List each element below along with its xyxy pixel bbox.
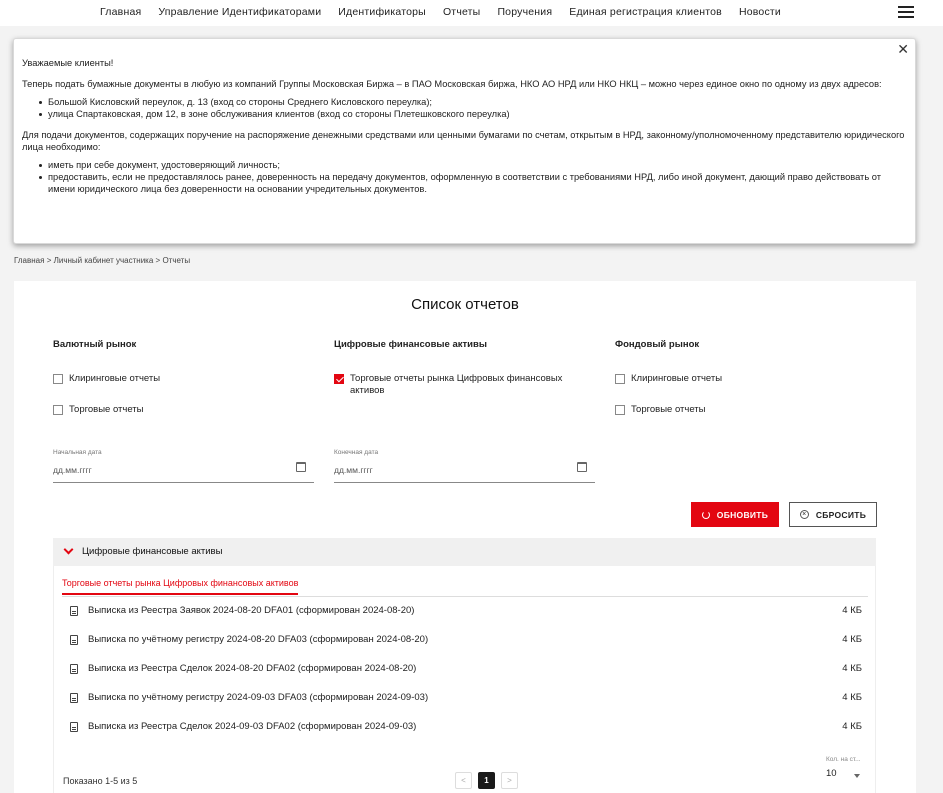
document-icon — [70, 722, 78, 732]
nav-item-orders[interactable]: Поручения — [497, 6, 552, 18]
checkbox-label: Торговые отчеты — [69, 404, 144, 415]
calendar-icon[interactable] — [296, 462, 306, 472]
reset-icon: × — [799, 510, 809, 519]
start-date-field[interactable]: Начальная дата дд.мм.гггг — [53, 449, 314, 483]
checkbox-box[interactable] — [53, 405, 63, 415]
results-count: Показано 1-5 из 5 — [63, 776, 138, 786]
top-navigation: Главная Управление Идентификаторами Иден… — [0, 0, 943, 26]
file-name[interactable]: Выписка по учётному регистру 2024-09-03 … — [88, 692, 428, 703]
chevron-down-icon — [854, 774, 860, 778]
nav-item-identifiers[interactable]: Идентификаторы — [338, 6, 426, 18]
checkbox-stock-trading[interactable]: Торговые отчеты — [615, 404, 706, 416]
document-icon — [70, 606, 78, 616]
checkbox-label: Торговые отчеты рынка Цифровых финансовы… — [350, 373, 563, 396]
group-title-currency: Валютный рынок — [53, 339, 137, 350]
requirements-list: иметь при себе документ, удостоверяющий … — [39, 159, 907, 195]
file-name[interactable]: Выписка по учётному регистру 2024-08-20 … — [88, 634, 428, 645]
page-button-current[interactable]: 1 — [478, 772, 495, 789]
requirement-item: предоставить, если не предоставлялось ра… — [39, 171, 907, 195]
checkbox-dfa-trading[interactable]: Торговые отчеты рынка Цифровых финансовы… — [334, 373, 596, 397]
file-size: 4 КБ — [842, 692, 862, 703]
breadcrumb-home[interactable]: Главная — [14, 256, 44, 265]
file-name[interactable]: Выписка из Реестра Сделок 2024-08-20 DFA… — [88, 663, 416, 674]
checkbox-stock-clearing[interactable]: Клиринговые отчеты — [615, 373, 722, 385]
file-size: 4 КБ — [842, 721, 862, 732]
breadcrumb-separator: > — [155, 256, 161, 265]
file-size: 4 КБ — [842, 605, 862, 616]
group-title-stock: Фондовый рынок — [615, 339, 700, 350]
reset-label: СБРОСИТЬ — [815, 509, 867, 520]
document-icon — [70, 635, 78, 645]
end-date-field[interactable]: Конечная дата дд.мм.гггг — [334, 449, 595, 483]
tab-dfa-trading-reports[interactable]: Торговые отчеты рынка Цифровых финансовы… — [62, 578, 299, 595]
file-row[interactable]: Выписка из Реестра Сделок 2024-08-20 DFA… — [70, 662, 862, 678]
refresh-icon — [701, 510, 710, 519]
results-panel: Торговые отчеты рынка Цифровых финансовы… — [53, 566, 876, 793]
checkbox-box[interactable] — [53, 374, 63, 384]
chevron-down-icon — [63, 544, 74, 555]
reports-card: Список отчетов Валютный рынок Клиринговы… — [14, 281, 916, 793]
group-title-dfa: Цифровые финансовые активы — [334, 339, 487, 350]
menu-icon[interactable] — [898, 6, 914, 18]
checkbox-label: Клиринговые отчеты — [69, 373, 161, 384]
notice-greeting: Уважаемые клиенты! — [22, 58, 114, 68]
file-row[interactable]: Выписка по учётному регистру 2024-09-03 … — [70, 691, 862, 707]
checkbox-currency-clearing[interactable]: Клиринговые отчеты — [53, 373, 160, 385]
breadcrumb-separator: > — [46, 256, 52, 265]
refresh-label: ОБНОВИТЬ — [716, 509, 769, 520]
nav-item-id-management[interactable]: Управление Идентификаторами — [158, 6, 321, 18]
checkbox-label: Клиринговые отчеты — [631, 373, 723, 384]
breadcrumb: Главная > Личный кабинет участника > Отч… — [14, 256, 190, 265]
per-page-value: 10 — [826, 768, 837, 779]
end-date-placeholder: дд.мм.гггг — [334, 465, 373, 475]
file-size: 4 КБ — [842, 663, 862, 674]
checkbox-currency-trading[interactable]: Торговые отчеты — [53, 404, 144, 416]
reset-button[interactable]: × СБРОСИТЬ — [789, 502, 877, 527]
start-date-placeholder: дд.мм.гггг — [53, 465, 92, 475]
file-row[interactable]: Выписка по учётному регистру 2024-08-20 … — [70, 633, 862, 649]
per-page-select[interactable]: 10 — [826, 768, 862, 786]
file-name[interactable]: Выписка из Реестра Заявок 2024-08-20 DFA… — [88, 605, 414, 616]
calendar-icon[interactable] — [577, 462, 587, 472]
pagination: < 1 > — [455, 772, 518, 789]
refresh-button[interactable]: ОБНОВИТЬ — [691, 502, 779, 527]
checkbox-label: Торговые отчеты — [631, 404, 706, 415]
close-icon[interactable]: ✕ — [897, 42, 909, 56]
file-row[interactable]: Выписка из Реестра Заявок 2024-08-20 DFA… — [70, 604, 862, 620]
checkbox-box-checked[interactable] — [334, 374, 344, 384]
end-date-label: Конечная дата — [334, 449, 379, 456]
accordion-title: Цифровые финансовые активы — [82, 546, 223, 557]
file-row[interactable]: Выписка из Реестра Сделок 2024-09-03 DFA… — [70, 720, 862, 736]
page-title: Список отчетов — [411, 296, 519, 313]
tab-divider — [62, 596, 868, 597]
requirement-item: иметь при себе документ, удостоверяющий … — [39, 159, 907, 171]
nav-items: Главная Управление Идентификаторами Иден… — [100, 6, 798, 18]
per-page-label: Кол. на ст... — [826, 756, 861, 763]
checkbox-box[interactable] — [615, 405, 625, 415]
notice-popup: ✕ Уважаемые клиенты! Теперь подать бумаж… — [13, 38, 916, 244]
breadcrumb-cabinet[interactable]: Личный кабинет участника — [54, 256, 154, 265]
notice-paragraph-2: Для подачи документов, содержащих поруче… — [22, 130, 905, 152]
file-size: 4 КБ — [842, 634, 862, 645]
nav-item-reports[interactable]: Отчеты — [443, 6, 481, 18]
address-item: Большой Кисловский переулок, д. 13 (вход… — [39, 96, 907, 108]
nav-item-home[interactable]: Главная — [100, 6, 141, 18]
document-icon — [70, 693, 78, 703]
document-icon — [70, 664, 78, 674]
breadcrumb-reports: Отчеты — [162, 256, 191, 265]
address-list: Большой Кисловский переулок, д. 13 (вход… — [39, 96, 907, 120]
address-item: улица Спартаковская, дом 12, в зоне обсл… — [39, 108, 907, 120]
nav-item-news[interactable]: Новости — [739, 6, 781, 18]
file-name[interactable]: Выписка из Реестра Сделок 2024-09-03 DFA… — [88, 721, 416, 732]
checkbox-box[interactable] — [615, 374, 625, 384]
nav-item-client-registration[interactable]: Единая регистрация клиентов — [569, 6, 722, 18]
start-date-label: Начальная дата — [53, 449, 102, 456]
notice-paragraph-1: Теперь подать бумажные документы в любую… — [22, 79, 882, 89]
prev-page-button[interactable]: < — [455, 772, 472, 789]
next-page-button[interactable]: > — [501, 772, 518, 789]
accordion-header-dfa[interactable]: Цифровые финансовые активы — [53, 538, 876, 566]
